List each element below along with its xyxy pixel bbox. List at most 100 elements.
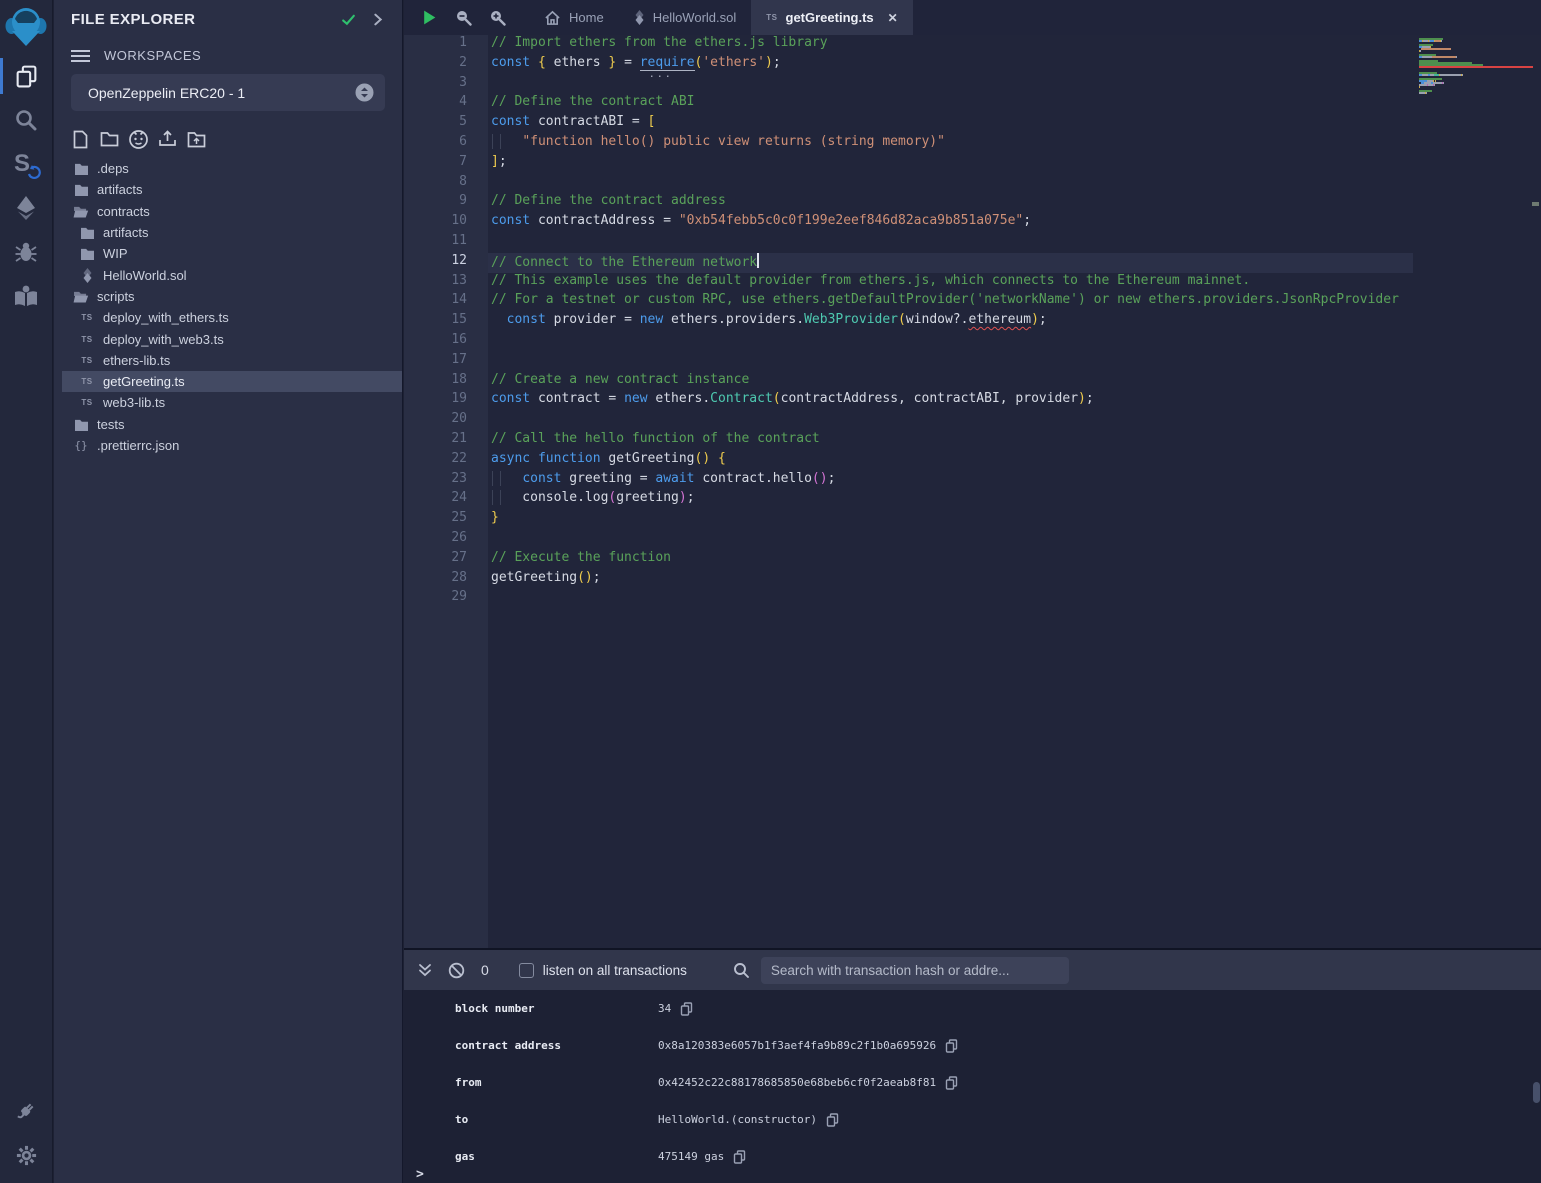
folder-open-icon [73, 290, 89, 303]
code-line-9: // Define the contract address [488, 193, 1413, 213]
tab-home[interactable]: Home [529, 0, 619, 35]
solidity-compiler-icon[interactable]: S [0, 142, 53, 186]
tree-item-label: .deps [97, 161, 129, 176]
code-line-29 [488, 589, 1413, 609]
expand-terminal-icon[interactable] [417, 962, 433, 978]
code-line-12: // Connect to the Ethereum network [488, 253, 1413, 273]
ts-icon: TS [79, 313, 95, 322]
listen-transactions-checkbox[interactable] [519, 963, 534, 978]
upload-file-icon[interactable] [158, 129, 177, 149]
tree-item-label: getGreeting.ts [103, 374, 185, 389]
listen-transactions-label: listen on all transactions [543, 963, 687, 978]
code-line-10: const contractAddress = "0xb54febb5c0c0f… [488, 213, 1413, 233]
tree-item-label: HelloWorld.sol [103, 268, 187, 283]
terminal-search-icon [733, 962, 750, 979]
tab-getgreeting-ts[interactable]: TS getGreeting.ts ✕ [751, 0, 912, 35]
tree-item-wip[interactable]: WIP [62, 243, 402, 264]
code-line-14: // For a testnet or custom RPC, use ethe… [488, 292, 1413, 312]
chevron-right-icon[interactable] [371, 13, 384, 26]
copy-icon[interactable] [733, 1150, 746, 1164]
terminal-prompt[interactable]: > [416, 1167, 424, 1182]
tree-item-artifacts[interactable]: artifacts [62, 179, 402, 200]
search-icon[interactable] [0, 98, 53, 142]
svg-text:S: S [14, 150, 30, 177]
workspace-selected-value: OpenZeppelin ERC20 - 1 [88, 85, 355, 101]
settings-icon[interactable] [0, 1133, 53, 1177]
tree-item-contracts[interactable]: contracts [62, 201, 402, 222]
tree-item--prettierrc-json[interactable]: {}.prettierrc.json [62, 435, 402, 456]
zoom-in-icon[interactable] [489, 9, 506, 26]
hamburger-menu-icon[interactable] [71, 49, 90, 63]
tree-item-ethers-lib-ts[interactable]: TSethers-lib.ts [62, 350, 402, 371]
copy-icon[interactable] [826, 1113, 839, 1127]
tab-label: getGreeting.ts [786, 10, 874, 25]
tx-detail-row: toHelloWorld.(constructor) [404, 1101, 1541, 1138]
tree-item-web3-lib-ts[interactable]: TSweb3-lib.ts [62, 392, 402, 413]
tx-detail-value: 0x42452c22c88178685850e68beb6cf0f2aeab8f… [658, 1076, 936, 1089]
deploy-and-run-icon[interactable] [0, 186, 53, 230]
tree-item-getgreeting-ts[interactable]: TSgetGreeting.ts [62, 371, 402, 392]
check-icon[interactable] [340, 11, 357, 28]
folder-icon [73, 162, 89, 175]
tree-item-artifacts[interactable]: artifacts [62, 222, 402, 243]
copy-icon[interactable] [680, 1002, 693, 1016]
code-line-8 [488, 174, 1413, 194]
new-folder-icon[interactable] [100, 129, 119, 149]
tabs: HomeHelloWorld.sol TS getGreeting.ts ✕ [529, 0, 913, 35]
learneth-icon[interactable] [0, 274, 53, 318]
code-line-6: "function hello() public view returns (s… [488, 134, 1413, 154]
code-line-18: // Create a new contract instance [488, 372, 1413, 392]
remix-logo-icon[interactable] [0, 2, 53, 54]
plugin-manager-icon[interactable] [0, 1089, 53, 1133]
tree-item-tests[interactable]: tests [62, 414, 402, 435]
run-script-button[interactable] [421, 9, 438, 26]
copy-icon[interactable] [945, 1039, 958, 1053]
file-explorer-icon[interactable] [0, 54, 53, 98]
code-line-19: const contract = new ethers.Contract(con… [488, 391, 1413, 411]
folder-icon [73, 183, 89, 196]
code-line-28: getGreeting(); [488, 570, 1413, 590]
close-tab-icon[interactable]: ✕ [888, 11, 898, 25]
folder-icon [73, 418, 89, 431]
debugger-icon[interactable] [0, 230, 53, 274]
code-line-11 [488, 233, 1413, 253]
tx-detail-key: contract address [455, 1039, 658, 1052]
tree-item-label: deploy_with_ethers.ts [103, 310, 229, 325]
code-text-area[interactable]: // Import ethers from the ethers.js libr… [488, 35, 1413, 948]
line-number-gutter: 1234567891011121314151617181920212223242… [404, 35, 488, 948]
github-icon[interactable] [129, 129, 148, 149]
tx-detail-key: to [455, 1113, 658, 1126]
panel-header: FILE EXPLORER [54, 0, 402, 28]
tree-item-label: tests [97, 417, 124, 432]
terminal-search-input[interactable] [761, 957, 1069, 984]
tree-item-deploy-with-web3-ts[interactable]: TSdeploy_with_web3.ts [62, 328, 402, 349]
tree-item-label: deploy_with_web3.ts [103, 332, 224, 347]
tree-item-scripts[interactable]: scripts [62, 286, 402, 307]
tree-item--deps[interactable]: .deps [62, 158, 402, 179]
code-line-15: const provider = new ethers.providers.We… [488, 312, 1413, 332]
tx-detail-row: block number34 [404, 990, 1541, 1027]
terminal-scrollbar-thumb[interactable] [1533, 1082, 1540, 1103]
minimap[interactable] [1419, 38, 1533, 96]
tree-item-helloworld-sol[interactable]: HelloWorld.sol [62, 264, 402, 285]
tab-helloworld-sol[interactable]: HelloWorld.sol [619, 0, 752, 35]
tx-detail-value: HelloWorld.(constructor) [658, 1113, 817, 1126]
tx-detail-value: 34 [658, 1002, 671, 1015]
folder-icon [79, 226, 95, 239]
json-icon: {} [73, 439, 89, 452]
tree-item-deploy-with-ethers-ts[interactable]: TS deploy_with_ethers.ts [62, 307, 402, 328]
code-line-3 [488, 75, 1413, 95]
workspace-select[interactable]: OpenZeppelin ERC20 - 1 [71, 74, 385, 111]
workspaces-row: WORKSPACES [71, 48, 385, 63]
upload-folder-icon[interactable] [187, 129, 206, 149]
tx-detail-value: 0x8a120383e6057b1f3aef4fa9b89c2f1b0a6959… [658, 1039, 936, 1052]
ts-icon: TS [766, 13, 777, 22]
clear-console-icon[interactable] [448, 962, 465, 979]
new-file-icon[interactable] [71, 129, 90, 149]
code-line-7: ]; [488, 154, 1413, 174]
workspaces-label: WORKSPACES [104, 48, 201, 63]
tree-item-label: web3-lib.ts [103, 395, 165, 410]
copy-icon[interactable] [945, 1076, 958, 1090]
zoom-out-icon[interactable] [455, 9, 472, 26]
code-line-22: async function getGreeting() { [488, 451, 1413, 471]
